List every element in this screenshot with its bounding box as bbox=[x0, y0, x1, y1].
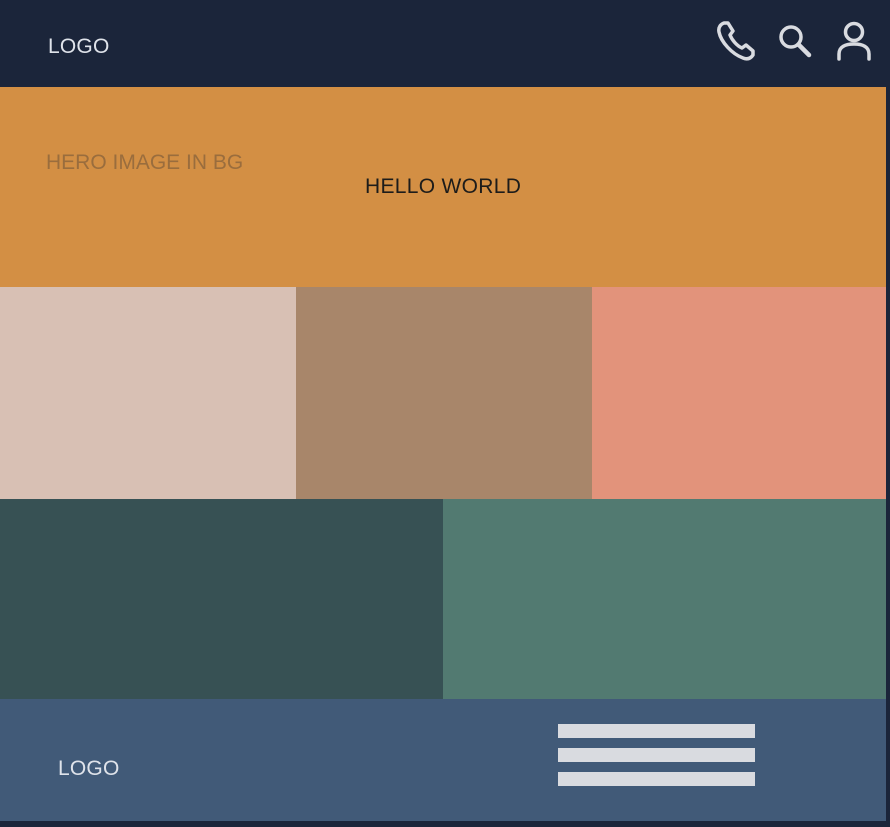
menu-bar bbox=[558, 724, 755, 738]
phone-icon[interactable] bbox=[715, 20, 757, 62]
content-tile[interactable] bbox=[0, 499, 443, 699]
menu-bar bbox=[558, 772, 755, 786]
hero-banner: HERO IMAGE IN BG HELLO WORLD bbox=[0, 87, 886, 287]
top-nav-bar: LOGO bbox=[0, 0, 886, 87]
search-icon[interactable] bbox=[777, 23, 813, 59]
content-tile[interactable] bbox=[592, 287, 886, 499]
hamburger-menu-icon[interactable] bbox=[558, 724, 755, 787]
header-logo[interactable]: LOGO bbox=[48, 35, 109, 59]
footer: LOGO bbox=[0, 699, 886, 821]
hero-heading: HELLO WORLD bbox=[365, 175, 522, 198]
menu-bar bbox=[558, 748, 755, 762]
footer-logo[interactable]: LOGO bbox=[58, 757, 119, 781]
hero-background-caption: HERO IMAGE IN BG bbox=[46, 151, 244, 174]
page: LOGO HERO IMAGE IN BG HELLO WORLD LOGO bbox=[0, 0, 890, 827]
user-icon[interactable] bbox=[836, 21, 872, 61]
content-tile[interactable] bbox=[443, 499, 886, 699]
content-tile[interactable] bbox=[296, 287, 592, 499]
content-tile[interactable] bbox=[0, 287, 296, 499]
